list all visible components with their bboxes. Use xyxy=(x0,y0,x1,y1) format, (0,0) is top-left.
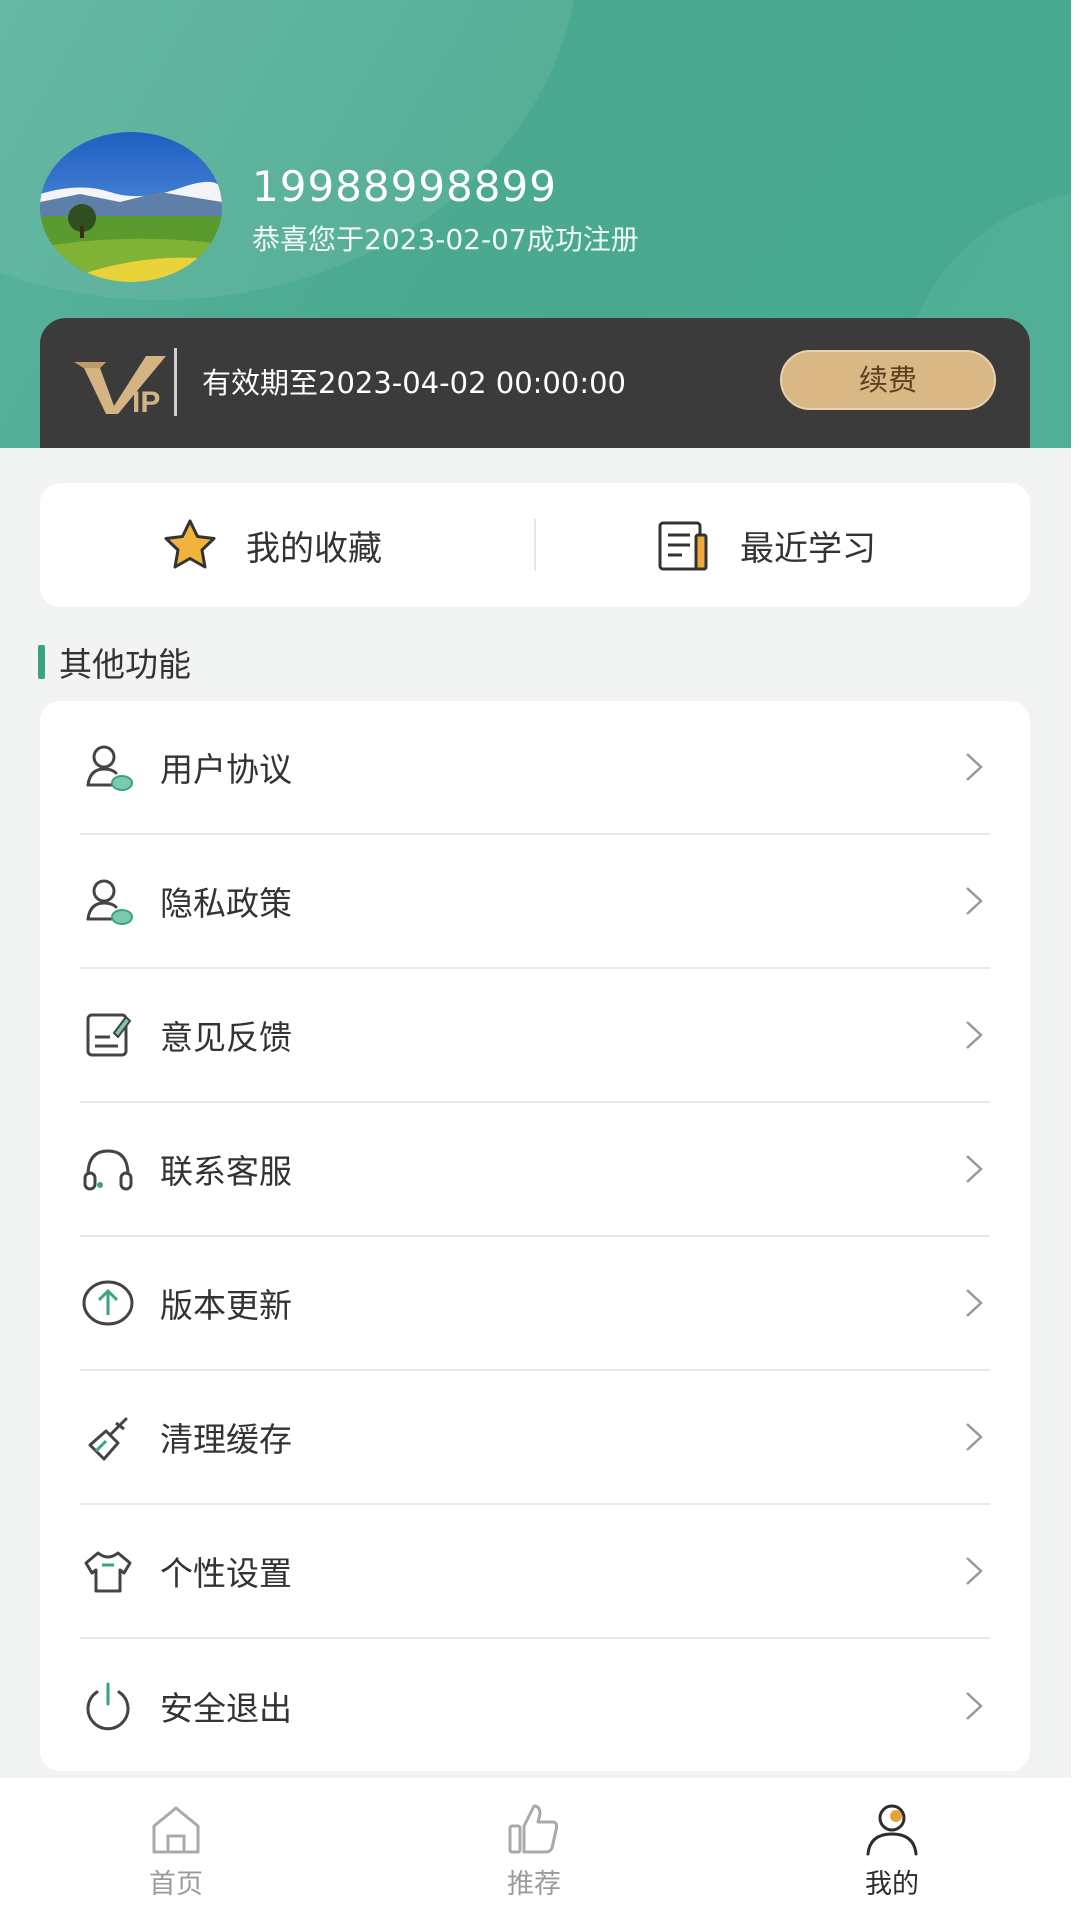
renew-button[interactable]: 续费 xyxy=(780,350,996,410)
section-title-text: 其他功能 xyxy=(59,645,191,684)
upload-icon xyxy=(80,1275,136,1331)
headset-icon xyxy=(80,1141,136,1197)
tab-recommend[interactable]: 推荐 xyxy=(434,1778,634,1920)
favorites-label: 我的收藏 xyxy=(246,528,382,569)
menu-item-clear-cache[interactable]: 清理缓存 xyxy=(80,1371,990,1505)
quick-actions-card: 我的收藏 最近学习 xyxy=(40,483,1030,607)
chevron-right-icon xyxy=(966,1692,983,1720)
power-icon xyxy=(80,1678,136,1734)
menu-label: 版本更新 xyxy=(160,1286,292,1325)
recent-study-label: 最近学习 xyxy=(740,528,876,569)
menu-label: 用户协议 xyxy=(160,750,292,789)
tab-label: 我的 xyxy=(865,1869,919,1900)
menu-label: 安全退出 xyxy=(160,1689,292,1728)
menu-item-user-agreement[interactable]: 用户协议 xyxy=(80,701,990,835)
profile-header: 19988998899 恭喜您于2023-02-07成功注册 IP 有效期至20… xyxy=(0,0,1071,448)
menu-label: 个性设置 xyxy=(160,1554,292,1593)
chevron-right-icon xyxy=(966,887,983,915)
chevron-right-icon xyxy=(966,1423,983,1451)
privacy-icon xyxy=(80,873,136,929)
vip-logo-icon: IP xyxy=(74,356,166,418)
menu-item-contact-support[interactable]: 联系客服 xyxy=(80,1103,990,1237)
broom-icon xyxy=(80,1409,136,1465)
menu-item-personal-settings[interactable]: 个性设置 xyxy=(80,1505,990,1639)
menu-item-logout[interactable]: 安全退出 xyxy=(80,1639,990,1773)
chevron-right-icon xyxy=(966,1557,983,1585)
svg-text:IP: IP xyxy=(132,386,160,418)
recent-study-button[interactable]: 最近学习 xyxy=(652,483,876,607)
chevron-right-icon xyxy=(966,753,983,781)
menu-label: 清理缓存 xyxy=(160,1420,292,1459)
menu-item-version-update[interactable]: 版本更新 xyxy=(80,1237,990,1371)
user-icon xyxy=(866,1804,918,1856)
star-icon xyxy=(164,519,216,569)
section-title: 其他功能 xyxy=(38,642,191,684)
tab-mine[interactable]: 我的 xyxy=(792,1778,992,1920)
menu-label: 隐私政策 xyxy=(160,884,292,923)
avatar[interactable] xyxy=(40,132,222,282)
vip-divider xyxy=(174,348,177,416)
vip-expiry-text: 有效期至2023-04-02 00:00:00 xyxy=(202,366,626,400)
menu-card: 用户协议 隐私政策 意见反馈 联系客服 版本更新 清理缓存 个性设置 安全退出 xyxy=(40,701,1030,1771)
tshirt-icon xyxy=(80,1543,136,1599)
menu-item-privacy-policy[interactable]: 隐私政策 xyxy=(80,835,990,969)
section-accent-bar xyxy=(38,645,45,679)
chevron-right-icon xyxy=(966,1155,983,1183)
tab-home[interactable]: 首页 xyxy=(76,1778,276,1920)
vip-card: IP 有效期至2023-04-02 00:00:00 续费 xyxy=(40,318,1030,448)
menu-label: 意见反馈 xyxy=(160,1018,292,1057)
right-edge xyxy=(1071,0,1080,1920)
favorites-button[interactable]: 我的收藏 xyxy=(158,483,382,607)
tab-label: 首页 xyxy=(149,1869,203,1900)
bottom-tab-bar: 首页 推荐 我的 xyxy=(0,1778,1071,1920)
menu-label: 联系客服 xyxy=(160,1152,292,1191)
tab-label: 推荐 xyxy=(507,1869,561,1900)
quick-divider xyxy=(534,519,536,571)
book-icon xyxy=(658,521,708,571)
chevron-right-icon xyxy=(966,1021,983,1049)
chevron-right-icon xyxy=(966,1289,983,1317)
home-icon xyxy=(152,1806,200,1854)
user-phone: 19988998899 xyxy=(252,162,557,211)
register-date-text: 恭喜您于2023-02-07成功注册 xyxy=(252,223,639,256)
feedback-icon xyxy=(80,1007,136,1063)
menu-item-feedback[interactable]: 意见反馈 xyxy=(80,969,990,1103)
user-agreement-icon xyxy=(80,739,136,795)
thumbs-up-icon xyxy=(508,1804,559,1854)
